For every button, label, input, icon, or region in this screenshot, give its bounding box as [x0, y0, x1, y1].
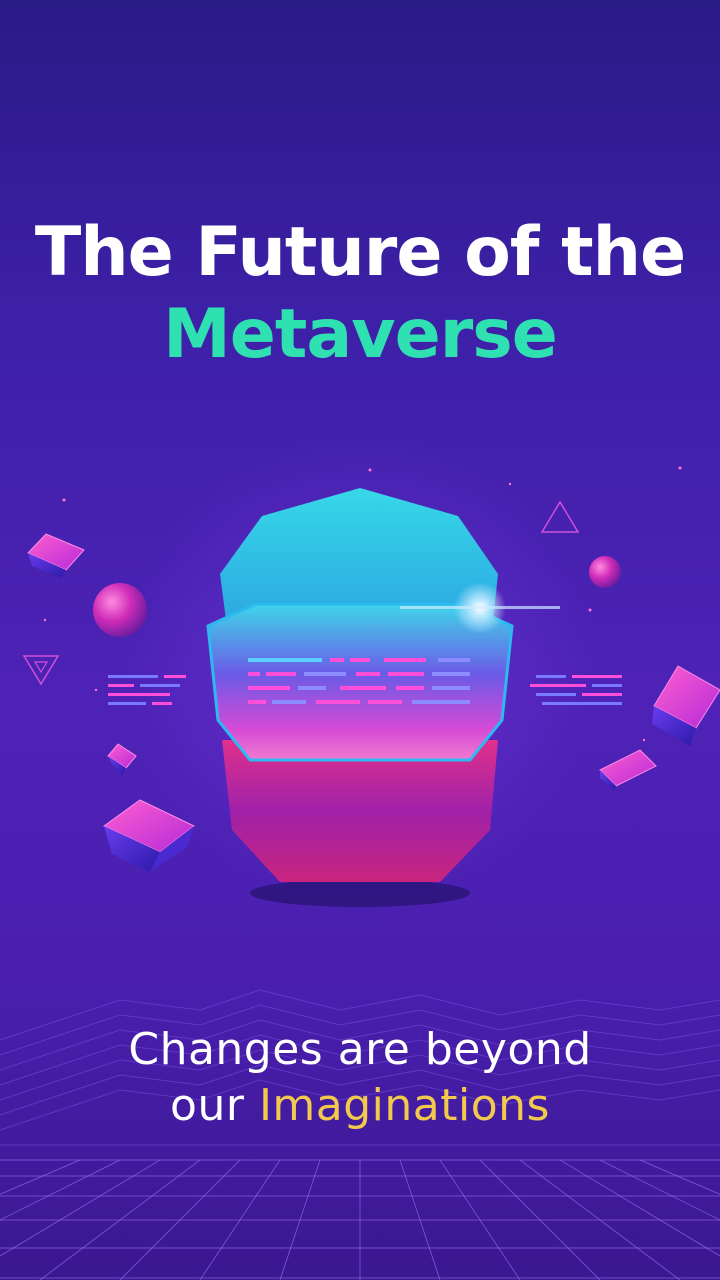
- tagline-line2: our Imaginations: [0, 1078, 720, 1134]
- cube-icon: [652, 665, 720, 746]
- grid-floor-icon: [0, 1159, 720, 1280]
- code-lines-left: [108, 675, 186, 705]
- helmet-shadow: [250, 879, 470, 907]
- poster: The Future of the Metaverse Changes are …: [0, 0, 720, 1280]
- vr-helmet-icon: [206, 488, 560, 882]
- headline-line2: Metaverse: [163, 295, 558, 374]
- tagline-accent: Imaginations: [258, 1080, 550, 1131]
- sphere-icon: [589, 556, 621, 588]
- tagline-prefix: our: [170, 1080, 259, 1131]
- triangle-icon: [33, 661, 49, 674]
- cube-icon: [107, 743, 137, 776]
- code-lines-right: [530, 675, 622, 705]
- tagline-line1: Changes are beyond: [128, 1024, 592, 1075]
- cube-icon: [103, 799, 195, 872]
- sphere-icon: [93, 583, 147, 637]
- headline-line1: The Future of the: [34, 213, 686, 292]
- cube-icon: [27, 533, 85, 578]
- headline: The Future of the Metaverse: [0, 212, 720, 376]
- cube-icon: [599, 749, 657, 790]
- triangle-icon: [540, 500, 580, 533]
- tagline: Changes are beyond our Imaginations: [0, 1022, 720, 1134]
- triangle-icon: [22, 655, 60, 686]
